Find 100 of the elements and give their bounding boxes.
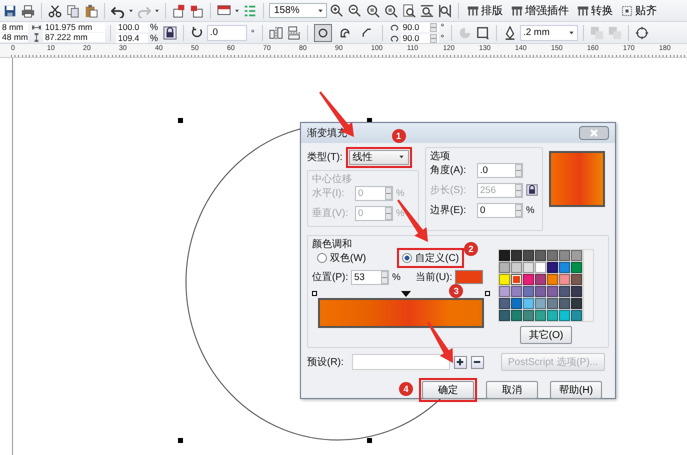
zoom-page-icon[interactable] bbox=[402, 4, 416, 18]
color-swatch[interactable] bbox=[523, 262, 534, 273]
save-icon[interactable] bbox=[3, 4, 17, 18]
spin-buttons[interactable] bbox=[515, 204, 522, 216]
color-swatch[interactable] bbox=[523, 274, 534, 285]
color-swatch[interactable] bbox=[535, 310, 546, 321]
color-swatch[interactable] bbox=[511, 250, 522, 261]
number-field[interactable]: .0 bbox=[477, 162, 523, 178]
window-icon[interactable] bbox=[217, 4, 231, 18]
export-icon[interactable] bbox=[190, 4, 204, 18]
number-field[interactable]: 0 bbox=[477, 202, 523, 218]
round-corner-icon[interactable] bbox=[314, 24, 332, 42]
zoom-selected-icon[interactable] bbox=[366, 4, 380, 18]
color-swatch[interactable] bbox=[559, 298, 570, 309]
zoom-height-icon[interactable] bbox=[438, 4, 452, 18]
start-angle-field[interactable]: 90.0 bbox=[400, 22, 439, 32]
selection-handle[interactable] bbox=[178, 438, 183, 443]
color-swatch[interactable] bbox=[511, 286, 522, 297]
menu-button[interactable]: 贴齐 bbox=[618, 2, 660, 20]
scale-y-field[interactable]: 109.4 bbox=[116, 34, 148, 42]
radio-button[interactable]: 双色(W) bbox=[315, 251, 368, 265]
color-swatch[interactable] bbox=[535, 298, 546, 309]
color-swatch[interactable] bbox=[559, 286, 570, 297]
color-swatch[interactable] bbox=[559, 250, 570, 261]
color-swatch[interactable] bbox=[547, 262, 558, 273]
color-swatch[interactable] bbox=[511, 310, 522, 321]
scrollbar[interactable] bbox=[584, 250, 593, 321]
menu-button[interactable]: 转换 bbox=[574, 2, 616, 20]
type-dropdown[interactable]: 线性 bbox=[348, 150, 409, 164]
radio-button[interactable]: 自定义(C) bbox=[400, 251, 461, 265]
color-swatch[interactable] bbox=[511, 298, 522, 309]
color-swatch[interactable] bbox=[535, 262, 546, 273]
color-swatch[interactable] bbox=[499, 286, 510, 297]
color-swatch[interactable] bbox=[535, 286, 546, 297]
width-field[interactable]: 101.975 mm bbox=[43, 23, 105, 32]
color-swatch[interactable] bbox=[571, 250, 582, 261]
color-swatch[interactable] bbox=[511, 262, 522, 273]
color-swatch[interactable] bbox=[499, 310, 510, 321]
color-swatch[interactable] bbox=[571, 274, 582, 285]
other-color-button[interactable]: 其它(O) bbox=[520, 326, 572, 344]
color-swatch[interactable] bbox=[571, 262, 582, 273]
color-swatch[interactable] bbox=[571, 298, 582, 309]
color-swatch[interactable] bbox=[523, 250, 534, 261]
color-swatch[interactable] bbox=[535, 274, 546, 285]
gradient-node[interactable] bbox=[485, 291, 490, 296]
paste-icon[interactable] bbox=[84, 4, 98, 18]
remove-button[interactable] bbox=[470, 356, 484, 368]
combine-icon[interactable] bbox=[590, 26, 604, 40]
cut-icon[interactable] bbox=[48, 4, 62, 18]
zoom-width-icon[interactable] bbox=[420, 4, 434, 18]
zoom-dropdown[interactable]: 158% bbox=[269, 3, 327, 18]
color-swatch[interactable] bbox=[499, 250, 510, 261]
color-swatch[interactable] bbox=[499, 274, 510, 285]
copy-icon[interactable] bbox=[66, 4, 80, 18]
gradient-node[interactable] bbox=[312, 291, 317, 296]
combine-icon[interactable] bbox=[608, 26, 622, 40]
menu-button[interactable]: 增强插件 bbox=[508, 2, 572, 20]
x-position-field[interactable]: 8 mm bbox=[0, 23, 28, 32]
color-swatch[interactable] bbox=[511, 274, 522, 285]
color-swatch[interactable] bbox=[559, 274, 570, 285]
color-swatch[interactable] bbox=[571, 310, 582, 321]
color-swatch[interactable] bbox=[559, 310, 570, 321]
mirror-vertical-icon[interactable] bbox=[286, 26, 301, 40]
close-icon[interactable] bbox=[579, 126, 609, 140]
dialog-button[interactable]: 确定 bbox=[422, 381, 474, 399]
dialog-button[interactable]: 帮助(H) bbox=[550, 381, 602, 399]
zoom-out-icon[interactable] bbox=[348, 4, 362, 18]
import-icon[interactable] bbox=[172, 4, 186, 18]
color-swatch[interactable] bbox=[499, 298, 510, 309]
position-field[interactable]: 53 bbox=[351, 270, 390, 284]
preset-field[interactable] bbox=[352, 354, 450, 370]
outline-width-dropdown[interactable]: .2 mm bbox=[520, 24, 578, 40]
menu-button[interactable]: 排版 bbox=[464, 2, 506, 20]
color-swatch[interactable] bbox=[547, 298, 558, 309]
scale-x-field[interactable]: 100.0 bbox=[116, 22, 148, 32]
lock-icon[interactable] bbox=[163, 26, 178, 40]
dialog-button[interactable]: 取消 bbox=[486, 381, 538, 399]
color-swatch[interactable] bbox=[547, 250, 558, 261]
color-swatch[interactable] bbox=[547, 286, 558, 297]
color-swatch[interactable] bbox=[547, 274, 558, 285]
outline-icon[interactable] bbox=[476, 26, 490, 40]
add-button[interactable] bbox=[454, 356, 467, 368]
height-field[interactable]: 87.222 mm bbox=[43, 33, 105, 42]
target-icon[interactable] bbox=[635, 26, 650, 40]
y-position-field[interactable]: 48 mm bbox=[0, 33, 28, 42]
color-swatch[interactable] bbox=[523, 298, 534, 309]
spin-buttons[interactable] bbox=[515, 164, 522, 176]
color-swatch[interactable] bbox=[559, 262, 570, 273]
color-swatch[interactable] bbox=[523, 310, 534, 321]
color-swatch[interactable] bbox=[547, 310, 558, 321]
print-icon[interactable] bbox=[21, 4, 35, 18]
end-angle-field[interactable]: 90.0 bbox=[400, 34, 439, 42]
zoom-all-icon[interactable] bbox=[384, 4, 398, 18]
color-swatch[interactable] bbox=[535, 250, 546, 261]
mirror-horizontal-icon[interactable] bbox=[268, 26, 283, 40]
color-swatch[interactable] bbox=[499, 262, 510, 273]
color-swatch[interactable] bbox=[523, 286, 534, 297]
selection-handle[interactable] bbox=[178, 118, 183, 123]
color-swatch[interactable] bbox=[571, 286, 582, 297]
rotation-field[interactable]: .0 bbox=[207, 24, 248, 40]
